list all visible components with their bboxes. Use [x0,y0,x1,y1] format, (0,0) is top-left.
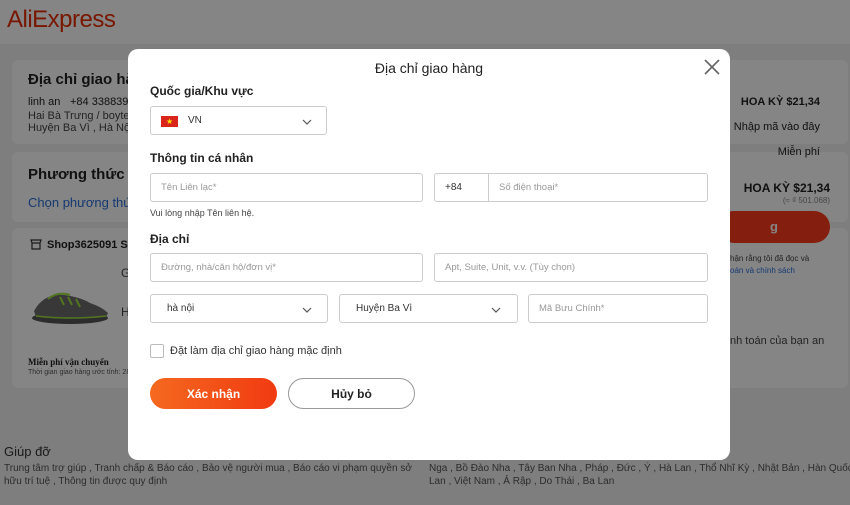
apartment-field[interactable] [434,253,708,282]
default-address-label[interactable]: Đặt làm địa chỉ giao hàng mặc định [170,345,342,357]
default-address-checkbox[interactable] [150,344,164,358]
district-select[interactable]: Huyện Ba Vì [339,294,518,323]
phone-input[interactable] [489,174,707,201]
dialog-title: Địa chỉ giao hàng [374,60,484,76]
province-select[interactable]: hà nội [150,294,328,323]
country-select[interactable]: ★ VN [150,106,327,135]
contact-name-field[interactable] [150,173,423,202]
chevron-down-icon [491,307,501,313]
street-input[interactable] [151,254,422,281]
shipping-address-dialog: Địa chỉ giao hàng Quốc gia/Khu vực ★ VN … [128,49,730,460]
chevron-down-icon [302,119,312,125]
phone-field[interactable]: +84 [434,173,708,202]
chevron-down-icon [302,307,312,313]
cancel-button[interactable]: Hủy bỏ [288,378,415,409]
vietnam-flag-icon: ★ [161,116,178,127]
street-field[interactable] [150,253,423,282]
phone-prefix[interactable]: +84 [445,182,462,193]
personal-info-label: Thông tin cá nhân [150,151,254,165]
country-label: Quốc gia/Khu vực [150,84,254,98]
contact-name-error: Vui lòng nhập Tên liên hệ. [150,208,255,218]
district-value: Huyện Ba Vì [356,303,413,314]
close-icon[interactable] [702,57,722,77]
province-value: hà nội [167,303,195,314]
confirm-button[interactable]: Xác nhận [150,378,277,409]
postal-code-field[interactable] [528,294,708,323]
address-label: Địa chỉ [150,232,190,246]
contact-name-input[interactable] [151,174,422,201]
postal-code-input[interactable] [529,295,707,322]
apartment-input[interactable] [435,254,707,281]
country-value: VN [188,115,202,126]
